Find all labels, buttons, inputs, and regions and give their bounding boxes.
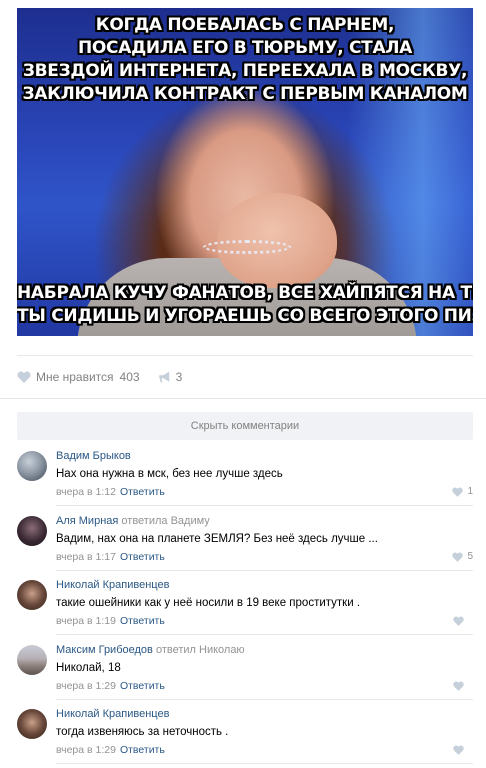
megaphone-icon [158, 371, 169, 383]
avatar[interactable] [17, 516, 47, 546]
comment-divider [56, 505, 473, 506]
heart-icon [452, 487, 464, 497]
comment-like-button[interactable]: 1 [452, 486, 473, 497]
caption-line: набрала кучу фанатов, все хайпятся на те… [17, 283, 473, 303]
heart-icon [453, 616, 464, 626]
post-divider [17, 355, 473, 356]
share-count: 3 [175, 370, 183, 384]
comment-like-button[interactable] [453, 745, 473, 755]
post-actions: Мне нравится 403 3 [17, 369, 182, 385]
comment-like-count: 5 [467, 551, 473, 562]
caption-line: заключила контракт с первым каналом [22, 84, 468, 104]
replied-to-label[interactable]: ответила Вадиму [121, 515, 209, 527]
caption-line: когда поебалась с парнем, [95, 15, 395, 35]
comment-author-link[interactable]: Аля Мирная [56, 515, 118, 527]
comment-time[interactable]: вчера в 1:17 [56, 551, 116, 563]
comment-text: Нах она нужна в мск, без нее лучше здесь [56, 468, 283, 480]
heart-icon [17, 371, 31, 383]
comment-divider [56, 763, 473, 764]
image-bottom-caption: набрала кучу фанатов, все хайпятся на те… [17, 282, 473, 328]
comment-item: Максим Грибоедов ответил Николаю Николай… [17, 643, 473, 693]
comment-like-count: 1 [467, 486, 473, 497]
reply-button[interactable]: Ответить [120, 744, 165, 756]
comment-divider [56, 634, 473, 635]
avatar[interactable] [17, 451, 47, 481]
comment-divider [56, 699, 473, 700]
like-button[interactable]: Мне нравится 403 [17, 370, 140, 384]
heart-icon [453, 745, 464, 755]
comment-item: Вадим Брыков Нах она нужна в мск, без не… [17, 449, 473, 499]
comment-time[interactable]: вчера в 1:29 [56, 744, 116, 756]
comment-author-link[interactable]: Вадим Брыков [56, 450, 131, 462]
image-choker [203, 240, 291, 254]
comment-text: Вадим, нах она на планете ЗЕМЛЯ? Без неё… [56, 533, 378, 545]
heart-icon [453, 681, 464, 691]
section-divider [0, 398, 486, 399]
caption-line: ты сидишь и угораешь со всего этого пизд… [17, 306, 473, 326]
comment-author-link[interactable]: Максим Грибоедов [56, 644, 153, 656]
reply-button[interactable]: Ответить [120, 486, 165, 498]
caption-line: звездой интернета, переехала в москву, [22, 61, 468, 81]
image-top-caption: когда поебалась с парнем, посадила его в… [17, 14, 473, 106]
comment-text: тогда извеняюсь за неточность . [56, 726, 229, 738]
comment-divider [56, 570, 473, 571]
reply-button[interactable]: Ответить [120, 680, 165, 692]
comment-item: Николай Крапивенцев тогда извеняюсь за н… [17, 707, 473, 757]
comment-like-button[interactable]: 5 [452, 551, 473, 562]
comment-time[interactable]: вчера в 1:12 [56, 486, 116, 498]
comment-author-link[interactable]: Николай Крапивенцев [56, 579, 169, 591]
comment-like-button[interactable] [453, 681, 473, 691]
avatar[interactable] [17, 645, 47, 675]
comment-time[interactable]: вчера в 1:19 [56, 615, 116, 627]
post-image[interactable]: когда поебалась с парнем, посадила его в… [17, 8, 473, 336]
hide-comments-button[interactable]: Скрыть комментарии [17, 412, 473, 440]
like-label: Мне нравится [36, 370, 114, 384]
comment-like-button[interactable] [453, 616, 473, 626]
avatar[interactable] [17, 709, 47, 739]
comment-time[interactable]: вчера в 1:29 [56, 680, 116, 692]
like-count: 403 [119, 370, 140, 384]
comment-author-link[interactable]: Николай Крапивенцев [56, 708, 169, 720]
avatar[interactable] [17, 580, 47, 610]
share-button[interactable]: 3 [158, 370, 183, 384]
reply-button[interactable]: Ответить [120, 615, 165, 627]
comment-item: Аля Мирная ответила Вадиму Вадим, нах он… [17, 514, 473, 564]
caption-line: посадила его в тюрьму, стала [77, 38, 413, 58]
comment-text: такие ошейники как у неё носили в 19 век… [56, 597, 361, 609]
heart-icon [452, 552, 464, 562]
replied-to-label[interactable]: ответил Николаю [156, 644, 245, 656]
comment-item: Николай Крапивенцев такие ошейники как у… [17, 578, 473, 628]
comment-text: Николай, 18 [56, 662, 121, 674]
reply-button[interactable]: Ответить [120, 551, 165, 563]
